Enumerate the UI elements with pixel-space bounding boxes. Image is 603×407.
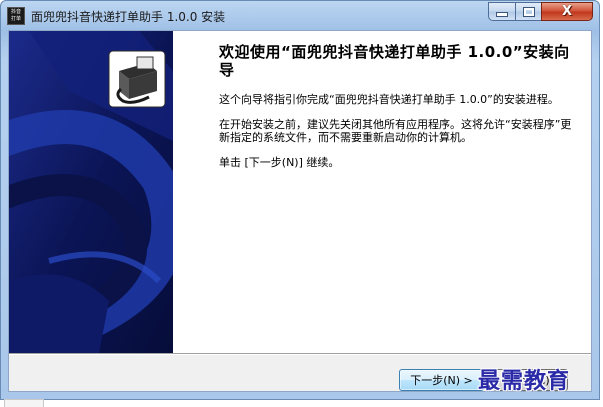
watermark-logo: 最需教育 bbox=[478, 368, 571, 394]
installer-box-icon bbox=[108, 50, 166, 108]
close-icon: X bbox=[561, 4, 573, 19]
minimize-icon bbox=[496, 12, 508, 17]
welcome-panel: 欢迎使用“面兜兜抖音快递打单助手 1.0.0”安装向导 这个向导将指引你完成“面… bbox=[9, 31, 591, 353]
window-title: 面兜兜抖音快递打单助手 1.0.0 安装 bbox=[31, 10, 226, 24]
app-icon: 抖音 打单 bbox=[7, 7, 25, 25]
wizard-client-area: 欢迎使用“面兜兜抖音快递打单助手 1.0.0”安装向导 这个向导将指引你完成“面… bbox=[8, 30, 592, 392]
title-bar[interactable]: 抖音 打单 面兜兜抖音快递打单助手 1.0.0 安装 X bbox=[1, 1, 599, 31]
continue-hint: 单击 [下一步(N)] 继续。 bbox=[219, 156, 340, 169]
sidebar-artwork bbox=[9, 31, 173, 353]
close-apps-paragraph: 在开始安装之前，建议先关闭其他所有应用程序。这将允许“安装程序”更新指定的系统文… bbox=[219, 118, 572, 144]
next-button[interactable]: 下一步(N) > bbox=[399, 369, 484, 391]
taskbar-fragment bbox=[4, 399, 44, 407]
maximize-icon bbox=[522, 6, 535, 17]
close-button[interactable]: X bbox=[541, 2, 593, 21]
intro-paragraph: 这个向导将指引你完成“面兜兜抖音快递打单助手 1.0.0”的安装进程。 bbox=[219, 93, 559, 106]
installer-window: 抖音 打单 面兜兜抖音快递打单助手 1.0.0 安装 X 欢迎使用“面兜兜抖音快… bbox=[0, 0, 600, 400]
welcome-heading: 欢迎使用“面兜兜抖音快递打单助手 1.0.0”安装向导 bbox=[219, 43, 570, 79]
button-divider bbox=[9, 353, 591, 355]
wizard-sidebar-image bbox=[9, 31, 173, 353]
minimize-button[interactable] bbox=[488, 2, 516, 21]
maximize-button[interactable] bbox=[515, 2, 542, 21]
welcome-content: 欢迎使用“面兜兜抖音快递打单助手 1.0.0”安装向导 这个向导将指引你完成“面… bbox=[219, 43, 579, 181]
